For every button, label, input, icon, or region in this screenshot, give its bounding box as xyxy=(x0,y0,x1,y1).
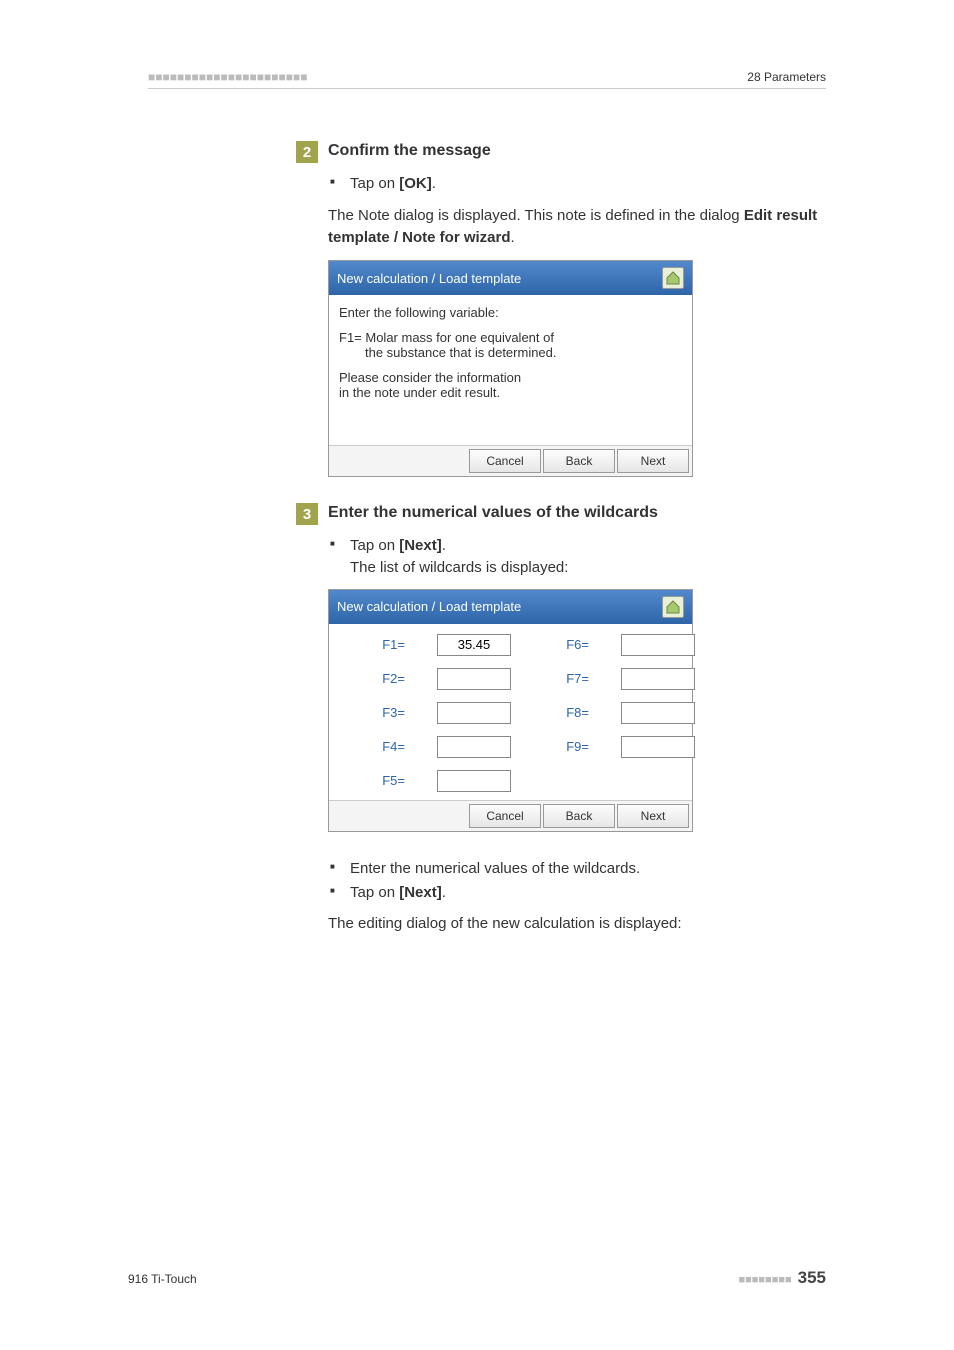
f5-label: F5= xyxy=(355,773,409,788)
f7-label: F7= xyxy=(539,671,593,686)
step-2-bullet: Tap on [OK]. xyxy=(328,173,826,195)
f7-input[interactable] xyxy=(621,668,695,690)
f3-label: F3= xyxy=(355,705,409,720)
dialog-title-bar: New calculation / Load template xyxy=(329,261,692,295)
footer-product: 916 Ti-Touch xyxy=(128,1272,197,1286)
f9-input[interactable] xyxy=(621,736,695,758)
dialog2-title-bar: New calculation / Load template xyxy=(329,590,692,624)
dlg-line3: Please consider the information in the n… xyxy=(339,370,682,400)
footer-page-number: 355 xyxy=(798,1268,826,1288)
page-footer: 916 Ti-Touch ■■■■■■■■ 355 xyxy=(128,1268,826,1288)
f6-label: F6= xyxy=(539,637,593,652)
home-icon xyxy=(662,267,684,289)
post-bullet-2: Tap on [Next]. xyxy=(328,882,826,904)
footer-marker: ■■■■■■■■ xyxy=(738,1274,791,1286)
cancel-button[interactable]: Cancel xyxy=(469,449,541,473)
f4-label: F4= xyxy=(355,739,409,754)
step-3-bullet-1: Tap on [Next]. The list of wildcards is … xyxy=(328,535,826,579)
f6-input[interactable] xyxy=(621,634,695,656)
back-button[interactable]: Back xyxy=(543,449,615,473)
dialog2-button-row: Cancel Back Next xyxy=(329,800,692,831)
dialog-button-row: Cancel Back Next xyxy=(329,445,692,476)
f3-input[interactable] xyxy=(437,702,511,724)
f5-input[interactable] xyxy=(437,770,511,792)
step-2-number: 2 xyxy=(296,141,318,163)
post-paragraph: The editing dialog of the new calculatio… xyxy=(328,913,826,935)
f1-input[interactable] xyxy=(437,634,511,656)
header-chapter: 28 Parameters xyxy=(747,70,826,84)
dialog-wildcards-screenshot: New calculation / Load template F1= F6= … xyxy=(328,589,693,832)
home-icon xyxy=(662,596,684,618)
step-3-subline: The list of wildcards is displayed: xyxy=(350,559,568,576)
f1-label: F1= xyxy=(355,637,409,652)
post-bullet-1: Enter the numerical values of the wildca… xyxy=(328,858,826,880)
next-button[interactable]: Next xyxy=(617,804,689,828)
f9-label: F9= xyxy=(539,739,593,754)
next-button[interactable]: Next xyxy=(617,449,689,473)
step-2-title: Confirm the message xyxy=(328,141,491,160)
header-marker-left: ■■■■■■■■■■■■■■■■■■■■■■ xyxy=(148,70,307,84)
f2-label: F2= xyxy=(355,671,409,686)
f2-input[interactable] xyxy=(437,668,511,690)
f4-input[interactable] xyxy=(437,736,511,758)
dlg-line2: F1= Molar mass for one equivalent of the… xyxy=(339,330,682,360)
step-3-number: 3 xyxy=(296,503,318,525)
dlg-line1: Enter the following variable: xyxy=(339,305,682,320)
dialog-title-text: New calculation / Load template xyxy=(337,271,521,286)
f8-input[interactable] xyxy=(621,702,695,724)
step-2-paragraph: The Note dialog is displayed. This note … xyxy=(328,205,826,249)
dialog2-title-text: New calculation / Load template xyxy=(337,599,521,614)
dialog-body: Enter the following variable: F1= Molar … xyxy=(329,295,692,445)
wildcard-grid: F1= F6= F2= F7= F3= F8= F4= F9= F5= xyxy=(329,624,692,800)
page-header: ■■■■■■■■■■■■■■■■■■■■■■ 28 Parameters xyxy=(148,70,826,89)
step-2-header: 2 Confirm the message xyxy=(296,141,826,163)
step-3-header: 3 Enter the numerical values of the wild… xyxy=(296,503,826,525)
back-button[interactable]: Back xyxy=(543,804,615,828)
dialog-note-screenshot: New calculation / Load template Enter th… xyxy=(328,260,693,477)
f8-label: F8= xyxy=(539,705,593,720)
step-3-title: Enter the numerical values of the wildca… xyxy=(328,503,658,522)
cancel-button[interactable]: Cancel xyxy=(469,804,541,828)
